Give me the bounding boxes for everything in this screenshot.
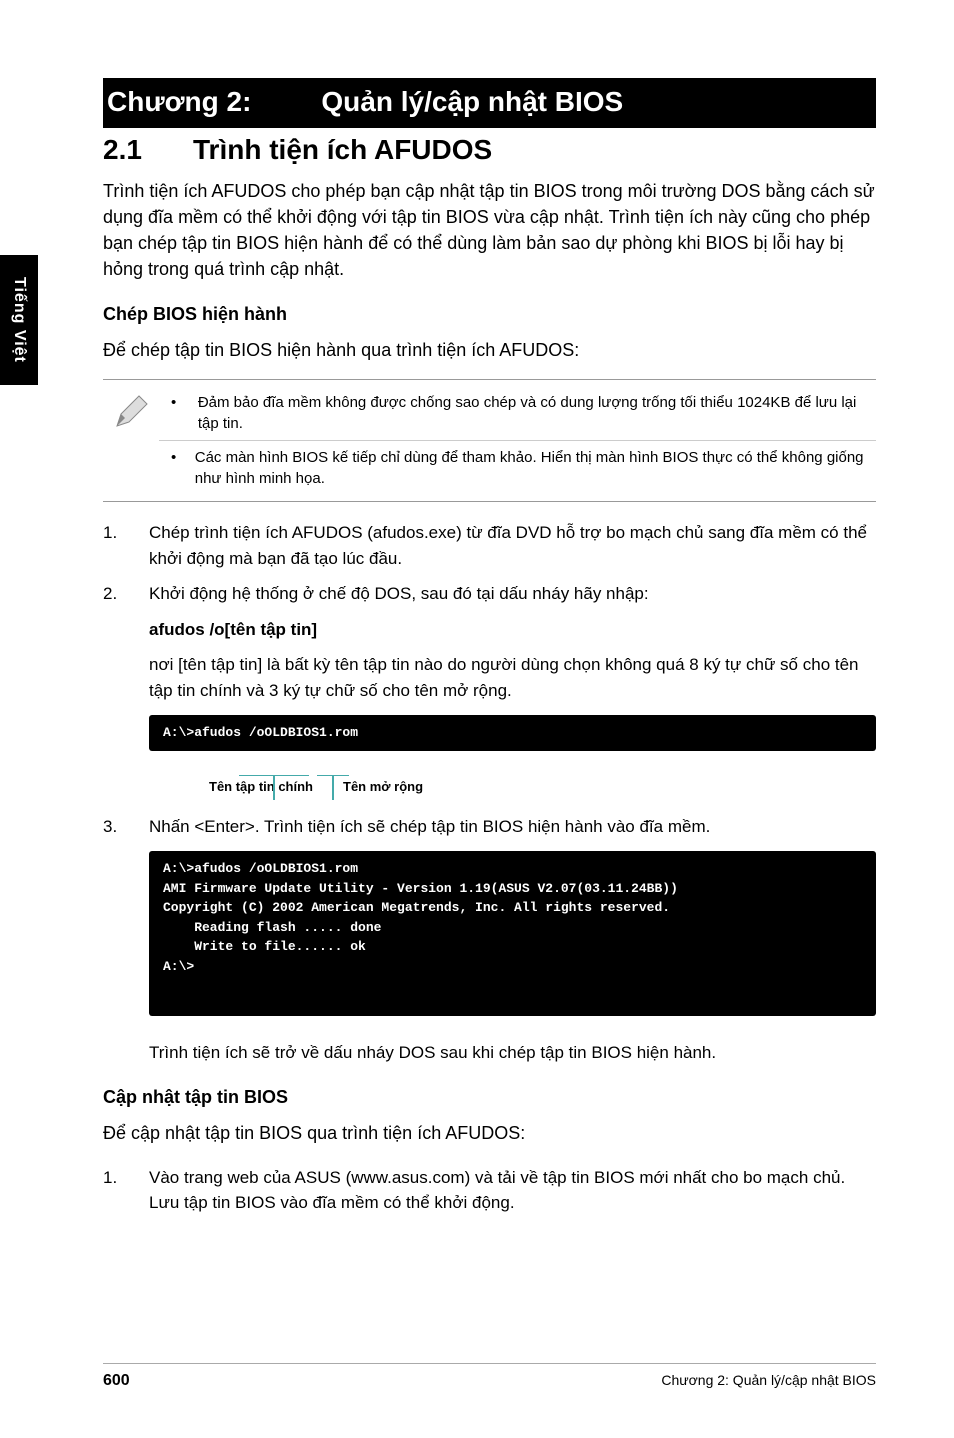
annotation-lines-icon: [239, 775, 439, 805]
footer-chapter-ref: Chương 2: Quản lý/cập nhật BIOS: [661, 1372, 876, 1390]
command-syntax: afudos /o[tên tập tin]: [149, 617, 876, 643]
step-item: 2. Khởi động hệ thống ở chế độ DOS, sau …: [103, 581, 876, 607]
chapter-title: Quản lý/cập nhật BIOS: [321, 86, 623, 118]
step-text: Chép trình tiện ích AFUDOS (afudos.exe) …: [149, 520, 876, 571]
pencil-note-icon: [103, 386, 159, 495]
command-note: nơi [tên tập tin] là bất kỳ tên tập tin …: [149, 652, 876, 703]
page-content: Chương 2: Quản lý/cập nhật BIOS 2.1 Trìn…: [103, 78, 876, 1226]
note-text: Đảm bảo đĩa mềm không được chống sao ché…: [198, 392, 876, 434]
bullet-icon: •: [159, 392, 198, 434]
note-item: • Các màn hình BIOS kế tiếp chỉ dùng để …: [159, 440, 876, 495]
subheading-update-bios: Cập nhật tập tin BIOS: [103, 1087, 876, 1108]
after-terminal-note: Trình tiện ích sẽ trở về dấu nháy DOS sa…: [149, 1040, 876, 1066]
step-item: 1. Chép trình tiện ích AFUDOS (afudos.ex…: [103, 520, 876, 571]
page-number: 600: [103, 1372, 130, 1390]
step-number: 1.: [103, 520, 149, 571]
bullet-icon: •: [159, 447, 195, 489]
step-item: 1. Vào trang web của ASUS (www.asus.com)…: [103, 1165, 876, 1216]
steps-list-3: 1. Vào trang web của ASUS (www.asus.com)…: [103, 1165, 876, 1216]
step-number: 1.: [103, 1165, 149, 1216]
section-number: 2.1: [103, 134, 193, 166]
step-text: Vào trang web của ASUS (www.asus.com) và…: [149, 1165, 876, 1216]
terminal-output-2: A:\>afudos /oOLDBIOS1.rom AMI Firmware U…: [149, 851, 876, 1016]
note-text: Các màn hình BIOS kế tiếp chỉ dùng để th…: [195, 447, 876, 489]
sub2-lead: Để cập nhật tập tin BIOS qua trình tiện …: [103, 1120, 876, 1146]
note-item: • Đảm bảo đĩa mềm không được chống sao c…: [159, 386, 876, 440]
steps-list-1: 1. Chép trình tiện ích AFUDOS (afudos.ex…: [103, 520, 876, 607]
note-items: • Đảm bảo đĩa mềm không được chống sao c…: [159, 386, 876, 495]
side-tab-label: Tiếng Việt: [10, 277, 28, 363]
terminal-output-1: A:\>afudos /oOLDBIOS1.rom: [149, 715, 876, 751]
note-box: • Đảm bảo đĩa mềm không được chống sao c…: [103, 379, 876, 502]
filename-annotation: Tên tập tin chính Tên mở rộng: [149, 779, 876, 794]
steps-list-2: 3. Nhấn <Enter>. Trình tiện ích sẽ chép …: [103, 814, 876, 840]
section-title: 2.1 Trình tiện ích AFUDOS: [103, 134, 876, 166]
step-text: Khởi động hệ thống ở chế độ DOS, sau đó …: [149, 581, 876, 607]
step-item: 3. Nhấn <Enter>. Trình tiện ích sẽ chép …: [103, 814, 876, 840]
section-heading: Trình tiện ích AFUDOS: [193, 134, 492, 166]
step-number: 3.: [103, 814, 149, 840]
sub1-lead: Để chép tập tin BIOS hiện hành qua trình…: [103, 337, 876, 363]
subheading-copy-bios: Chép BIOS hiện hành: [103, 304, 876, 325]
intro-paragraph: Trình tiện ích AFUDOS cho phép bạn cập n…: [103, 178, 876, 282]
step-number: 2.: [103, 581, 149, 607]
chapter-label: Chương 2:: [107, 86, 321, 118]
page-footer: 600 Chương 2: Quản lý/cập nhật BIOS: [103, 1363, 876, 1390]
step-text: Nhấn <Enter>. Trình tiện ích sẽ chép tập…: [149, 814, 876, 840]
chapter-header: Chương 2: Quản lý/cập nhật BIOS: [103, 78, 876, 128]
language-side-tab: Tiếng Việt: [0, 255, 38, 385]
